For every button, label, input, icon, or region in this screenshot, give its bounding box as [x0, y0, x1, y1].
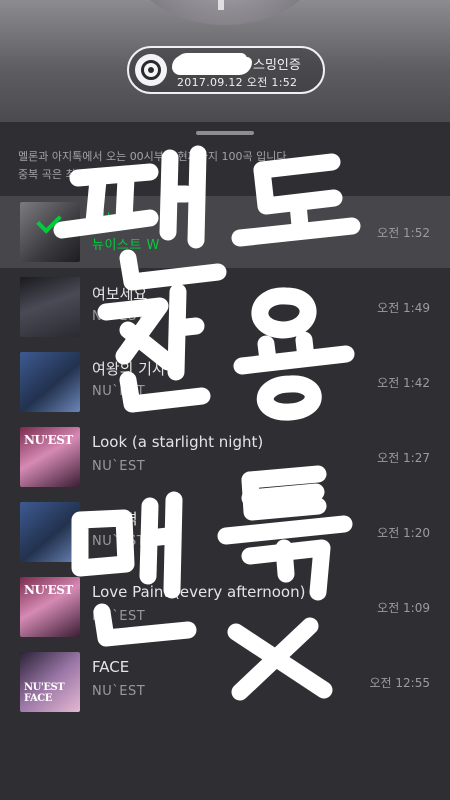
album-cover	[20, 352, 80, 412]
track-artist: NU`EST	[92, 309, 146, 324]
play-time: 오전 1:09	[377, 601, 430, 615]
track-artist: NU`EST	[92, 684, 146, 699]
history-panel: 멜론과 아지톡에서 오는 00시부터 현재까지 100곡 입니다. 중복 곡은 …	[0, 122, 450, 800]
track-artist: NU`EST	[92, 459, 146, 474]
track-title: 여보세요	[92, 210, 148, 228]
streaming-certification-badge[interactable]: 스밍인증 2017.09.12 오전 1:52	[127, 46, 325, 94]
description-line: 중복 곡은 최근 보여...	[18, 168, 120, 181]
play-time: 오전 1:52	[377, 226, 430, 240]
track-row[interactable]: 여보세요 NU`EST 오전 1:49	[0, 271, 450, 343]
track-title: 여왕의 기사	[92, 360, 166, 378]
certification-label: 스밍인증	[253, 58, 301, 73]
album-cover	[20, 502, 80, 562]
album-cover: NU'EST FACE	[20, 652, 80, 712]
redacted-username-mark	[175, 53, 247, 73]
track-title: 여보세요	[92, 285, 148, 303]
track-row[interactable]: NU'EST Look (a starlight night) NU`EST 오…	[0, 421, 450, 493]
track-row[interactable]: 여보세요 뉴이스트 W 오전 1:52	[0, 196, 450, 268]
cover-logo-text: NU'EST	[24, 433, 73, 447]
play-time: 오전 12:55	[369, 676, 430, 690]
play-time: 오전 1:42	[377, 376, 430, 390]
track-row[interactable]: Tr 체격 NU`EST 오전 1:20	[0, 496, 450, 568]
cover-logo-text: NU'EST	[24, 583, 73, 597]
track-artist: NU`EST	[92, 384, 146, 399]
track-title: Look (a starlight night)	[92, 433, 264, 451]
track-title: Tr 체격	[92, 510, 138, 528]
play-time: 오전 1:20	[377, 526, 430, 540]
track-artist: 뉴이스트 W	[92, 238, 160, 253]
drag-handle[interactable]	[196, 131, 254, 135]
track-row[interactable]: 여왕의 기사 NU`EST 오전 1:42	[0, 346, 450, 418]
track-row[interactable]: NU'EST FACE FACE NU`EST 오전 12:55	[0, 646, 450, 718]
cover-logo-text: NU'EST FACE	[24, 682, 65, 704]
track-artist: NU`EST	[92, 534, 146, 549]
track-artist: NU`EST	[92, 609, 146, 624]
album-cover: NU'EST	[20, 577, 80, 637]
track-title: FACE	[92, 658, 130, 676]
album-art-header: 스밍인증 2017.09.12 오전 1:52	[0, 0, 450, 125]
play-time: 오전 1:49	[377, 301, 430, 315]
description-line: 멜론과 아지톡에서 오는 00시부터 현재까지 100곡 입니다.	[18, 150, 290, 163]
certification-date: 2017.09.12 오전 1:52	[177, 76, 298, 89]
history-description: 멜론과 아지톡에서 오는 00시부터 현재까지 100곡 입니다. 중복 곡은 …	[18, 148, 438, 184]
track-row[interactable]: NU'EST Love Paint (every afternoon) NU`E…	[0, 571, 450, 643]
album-art-circle	[130, 0, 320, 25]
album-cover	[20, 277, 80, 337]
album-cover: NU'EST	[20, 427, 80, 487]
vinyl-disc-icon	[135, 54, 167, 86]
play-time: 오전 1:27	[377, 451, 430, 465]
track-title: Love Paint (every afternoon)	[92, 583, 306, 601]
